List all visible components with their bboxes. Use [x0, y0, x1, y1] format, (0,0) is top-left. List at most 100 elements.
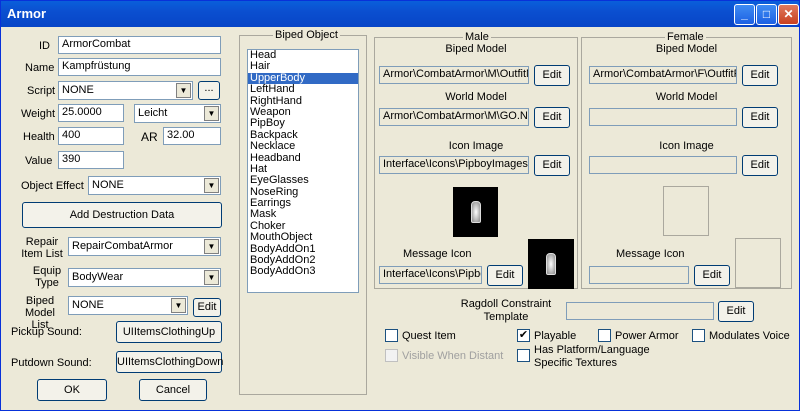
female-icon-image-label: Icon Image	[659, 140, 714, 152]
biped-model-list-select[interactable]: NONE ▼	[68, 296, 188, 315]
biped-object-list[interactable]: Head Hair UpperBody LeftHand RightHand Weapon…	[247, 49, 359, 293]
ragdoll-edit-button[interactable]: Edit	[718, 301, 754, 322]
chevron-down-icon[interactable]: ▼	[204, 270, 219, 285]
male-biped-model-field[interactable]: Armor\CombatArmor\M\OutfitM.	[379, 66, 529, 84]
female-biped-model-field[interactable]: Armor\CombatArmor\F\OutfitF.ni	[589, 66, 737, 84]
id-field[interactable]: ArmorCombat	[58, 36, 221, 54]
cancel-button[interactable]: Cancel	[139, 379, 207, 401]
quest-item-checkbox[interactable]	[385, 329, 398, 342]
visible-when-distant-checkbox[interactable]	[385, 349, 398, 362]
female-message-icon-field[interactable]	[589, 266, 689, 284]
female-icon-image-field[interactable]	[589, 156, 737, 174]
putdown-sound-label: Putdown Sound:	[11, 357, 92, 369]
biped-object-item[interactable]: Necklace	[248, 140, 358, 152]
ragdoll-field[interactable]	[566, 302, 714, 320]
script-select[interactable]: NONE ▼	[58, 81, 193, 100]
script-label: Script	[27, 85, 56, 97]
script-value: NONE	[62, 84, 94, 96]
repair-item-list-value: RepairCombatArmor	[72, 240, 173, 252]
pickup-sound-label: Pickup Sound:	[11, 326, 82, 338]
male-icon-preview	[453, 187, 498, 237]
value-label: Value	[25, 155, 53, 167]
male-message-icon-label: Message Icon	[403, 248, 472, 260]
platform-textures-label: Has Platform/Language Specific Textures	[534, 344, 650, 369]
modulates-voice-label: Modulates Voice	[709, 330, 790, 342]
putdown-sound-button[interactable]: UIItemsClothingDown	[116, 351, 223, 373]
ok-button[interactable]: OK	[37, 379, 107, 401]
close-icon[interactable]: ✕	[778, 4, 799, 25]
repair-item-list-select[interactable]: RepairCombatArmor ▼	[68, 237, 221, 256]
script-browse-button[interactable]: ...	[198, 81, 220, 100]
modulates-voice-checkbox[interactable]	[692, 329, 705, 342]
quest-item-label: Quest Item	[402, 330, 456, 342]
power-armor-label: Power Armor	[615, 330, 679, 342]
maximize-icon[interactable]: □	[756, 4, 777, 25]
biped-object-item[interactable]: BodyAddOn3	[248, 266, 358, 278]
female-message-icon-preview	[735, 238, 781, 288]
id-label: ID	[39, 40, 50, 52]
chevron-down-icon[interactable]: ▼	[204, 178, 219, 193]
male-world-model-field[interactable]: Armor\CombatArmor\M\GO.NIF	[379, 108, 529, 126]
male-biped-model-edit-button[interactable]: Edit	[534, 65, 570, 86]
male-world-model-label: World Model	[445, 91, 507, 103]
chevron-down-icon[interactable]: ▼	[171, 298, 186, 313]
health-field[interactable]: 400	[58, 127, 124, 145]
equip-type-value: BodyWear	[72, 271, 124, 283]
armor-figure-icon	[470, 201, 481, 223]
platform-textures-checkbox[interactable]	[517, 349, 530, 362]
male-title: Male	[463, 31, 491, 43]
minimize-icon[interactable]: _	[734, 4, 755, 25]
chevron-down-icon[interactable]: ▼	[204, 239, 219, 254]
male-icon-image-edit-button[interactable]: Edit	[534, 155, 570, 176]
female-world-model-edit-button[interactable]: Edit	[742, 107, 778, 128]
power-armor-checkbox[interactable]	[598, 329, 611, 342]
weight-class-select[interactable]: Leicht ▼	[134, 104, 221, 123]
biped-object-item[interactable]: LeftHand	[248, 83, 358, 95]
object-effect-label: Object Effect	[21, 180, 84, 192]
male-biped-model-label: Biped Model	[445, 43, 507, 55]
biped-object-title: Biped Object	[273, 29, 340, 41]
playable-label: Playable	[534, 330, 577, 342]
biped-model-list-value: NONE	[72, 299, 104, 311]
playable-checkbox[interactable]: ✔	[517, 329, 530, 342]
add-destruction-data-button[interactable]: Add Destruction Data	[22, 202, 222, 228]
biped-model-list-edit-button[interactable]: Edit	[193, 298, 221, 317]
name-label: Name	[25, 62, 55, 74]
female-biped-model-label: Biped Model	[655, 43, 718, 55]
female-message-icon-edit-button[interactable]: Edit	[694, 265, 730, 286]
weight-field[interactable]: 25.0000	[58, 104, 124, 122]
biped-object-item[interactable]: MouthObject	[248, 231, 358, 243]
male-icon-image-label: Icon Image	[448, 140, 504, 152]
female-message-icon-label: Message Icon	[616, 248, 685, 260]
object-effect-value: NONE	[92, 179, 124, 191]
chevron-down-icon[interactable]: ▼	[176, 83, 191, 98]
value-field[interactable]: 390	[58, 151, 124, 169]
armor-dialog: Armor _ □ ✕ ID ArmorCombat Name Kampfrüs…	[0, 0, 800, 411]
ar-field[interactable]: 32.00	[163, 127, 221, 145]
weight-label: Weight	[21, 108, 56, 120]
male-message-icon-preview	[528, 239, 574, 289]
object-effect-select[interactable]: NONE ▼	[88, 176, 221, 195]
male-message-icon-edit-button[interactable]: Edit	[487, 265, 523, 286]
weight-class-value: Leicht	[138, 107, 168, 119]
male-world-model-edit-button[interactable]: Edit	[534, 107, 570, 128]
female-biped-model-edit-button[interactable]: Edit	[742, 65, 778, 86]
window-title: Armor	[7, 6, 47, 21]
name-field[interactable]: Kampfrüstung	[58, 58, 221, 76]
repair-item-list-label: Repair Item List	[21, 236, 63, 260]
female-world-model-label: World Model	[655, 91, 718, 103]
biped-object-item[interactable]: EyeGlasses	[248, 174, 358, 186]
equip-type-select[interactable]: BodyWear ▼	[68, 268, 221, 287]
armor-figure-icon	[546, 253, 556, 275]
male-icon-image-field[interactable]: Interface\Icons\PipboyImages\	[379, 156, 529, 174]
ar-label: AR	[141, 130, 158, 144]
female-title: Female	[665, 31, 706, 43]
female-world-model-field[interactable]	[589, 108, 737, 126]
female-icon-image-edit-button[interactable]: Edit	[742, 155, 778, 176]
male-message-icon-field[interactable]: Interface\Icons\Pipbo	[379, 266, 482, 284]
female-icon-preview	[663, 186, 709, 236]
pickup-sound-button[interactable]: UIItemsClothingUp	[116, 321, 222, 343]
title-bar[interactable]: Armor _ □ ✕	[1, 1, 799, 27]
chevron-down-icon[interactable]: ▼	[204, 106, 219, 121]
equip-type-label: Equip Type	[32, 265, 62, 289]
